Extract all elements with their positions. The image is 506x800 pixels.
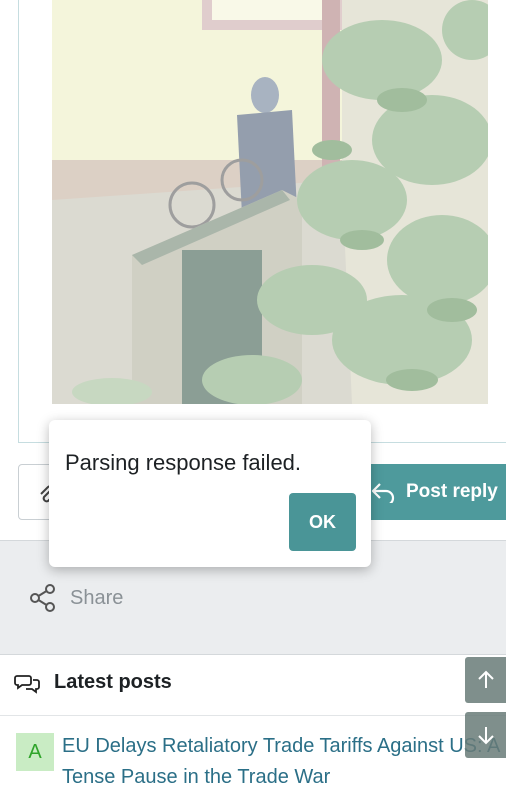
scroll-to-top-button[interactable]: [465, 657, 506, 703]
arrow-down-icon: [477, 727, 494, 745]
error-dialog: Parsing response failed. OK: [49, 420, 371, 567]
photo-wash: [52, 0, 488, 404]
share-icon: [30, 584, 55, 612]
comments-icon: [14, 674, 40, 694]
reply-icon: [371, 483, 395, 503]
post-reply-label: Post reply: [406, 481, 498, 502]
share-label: Share: [70, 586, 124, 609]
avatar[interactable]: A: [16, 733, 54, 771]
latest-posts-title: Latest posts: [54, 671, 172, 693]
share-button[interactable]: Share: [30, 584, 123, 612]
attached-photo[interactable]: [52, 0, 488, 404]
divider: [0, 715, 506, 716]
ok-button[interactable]: OK: [289, 493, 356, 551]
latest-posts-header: Latest posts: [14, 671, 172, 694]
latest-posts-widget: Latest posts A EU Delays Retaliatory Tra…: [0, 654, 506, 800]
post-title-link[interactable]: EU Delays Retaliatory Trade Tariffs Agai…: [62, 731, 506, 793]
arrow-up-icon: [477, 670, 494, 688]
post-reply-button[interactable]: Post reply: [352, 464, 506, 520]
dialog-message: Parsing response failed.: [65, 450, 302, 475]
scroll-to-bottom-button[interactable]: [465, 712, 506, 758]
